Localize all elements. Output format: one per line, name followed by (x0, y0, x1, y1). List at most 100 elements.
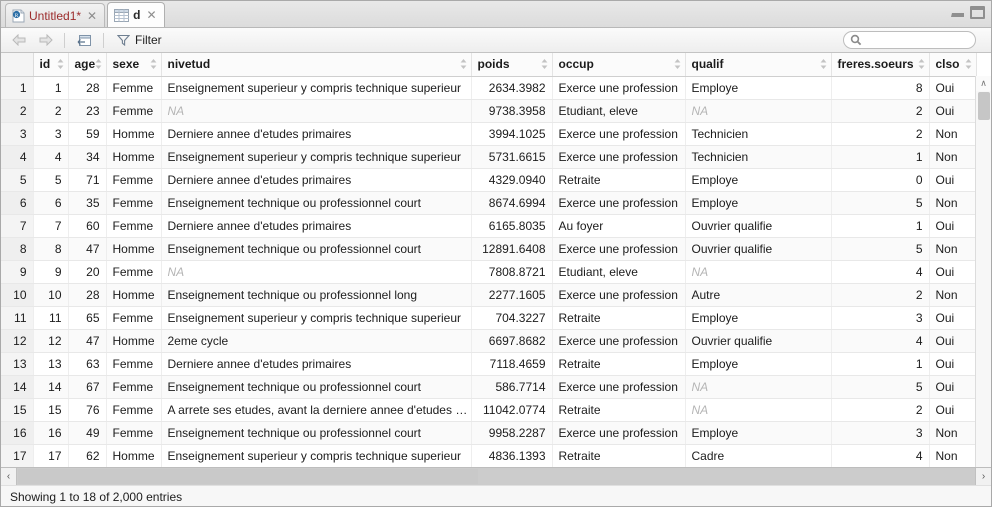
column-header-clso[interactable]: clso (929, 53, 977, 77)
column-header-sexe[interactable]: sexe (106, 53, 162, 77)
search-box[interactable] (843, 31, 976, 49)
column-header-label: qualif (691, 57, 724, 72)
sort-icon (918, 59, 924, 70)
cell-sexe: Femme (106, 260, 162, 284)
cell-age: 20 (68, 260, 107, 284)
back-arrow-icon (11, 34, 25, 46)
table-row[interactable]: 10 10 28 Homme Enseignement technique ou pro… (1, 283, 977, 307)
table-row[interactable]: 4 4 34 Homme Enseignement superieur y compri… (1, 145, 977, 169)
table-row[interactable]: 11 11 65 Femme Enseignement superieur y comp… (1, 306, 977, 330)
cell-clso: Oui (929, 99, 977, 123)
cell-clso: Non (929, 421, 977, 445)
scroll-up-arrow-icon[interactable]: ∧ (976, 76, 991, 91)
cell-occup: Retraite (552, 168, 686, 192)
table-row[interactable]: 7 7 60 Femme Derniere annee d'etudes primair… (1, 214, 977, 238)
cell-id: 7 (33, 214, 69, 238)
tab-d-close-icon[interactable]: ✕ (146, 9, 156, 21)
table-header-row: id age sexe nivetud poids occup qualif freres.s… (1, 53, 977, 77)
na-value: NA (691, 379, 709, 394)
column-header-qualif[interactable]: qualif (685, 53, 832, 77)
scroll-right-arrow-icon[interactable]: › (975, 468, 991, 485)
cell-poids: 7808.8721 (471, 260, 553, 284)
cell-nivetud: Enseignement superieur y compris techniq… (161, 76, 472, 100)
column-header-rownum (1, 53, 34, 77)
cell-nivetud: Enseignement superieur y compris techniq… (161, 145, 472, 169)
table-row[interactable]: 17 17 62 Homme Enseignement superieur y comp… (1, 444, 977, 467)
cell-sexe: Homme (106, 122, 162, 146)
table-body: 1 1 28 Femme Enseignement superieur y compri… (1, 76, 977, 467)
table-row[interactable]: 9 9 20 Femme NA 7808.8721 Etudiant, eleve NA 4 Ou… (1, 260, 977, 284)
filter-button[interactable]: Filter (113, 33, 166, 47)
cell-clso: Oui (929, 352, 977, 376)
column-header-label: id (39, 57, 51, 72)
maximize-button[interactable] (970, 6, 985, 19)
forward-button[interactable] (35, 31, 55, 49)
row-number-cell: 16 (1, 421, 34, 445)
cell-qualif: NA (685, 375, 832, 399)
cell-nivetud: Derniere annee d'etudes primaires (161, 352, 472, 376)
tab-d[interactable]: d ✕ (107, 2, 165, 27)
cell-id: 14 (33, 375, 69, 399)
cell-age: 35 (68, 191, 107, 215)
cell-freres-soeurs: 2 (831, 99, 930, 123)
cell-freres-soeurs: 4 (831, 329, 930, 353)
cell-freres-soeurs: 0 (831, 168, 930, 192)
column-header-freres-soeurs[interactable]: freres.soeurs (831, 53, 930, 77)
table-row[interactable]: 14 14 67 Femme Enseignement technique ou pro… (1, 375, 977, 399)
cell-poids: 5731.6615 (471, 145, 553, 169)
search-input[interactable] (866, 33, 966, 47)
filter-funnel-icon (117, 34, 130, 46)
tab-untitled1-close-icon[interactable]: ✕ (87, 10, 97, 22)
column-header-poids[interactable]: poids (471, 53, 553, 77)
table-row[interactable]: 6 6 35 Femme Enseignement technique ou profe… (1, 191, 977, 215)
show-in-new-window-button[interactable] (74, 31, 94, 49)
na-value: NA (167, 103, 185, 118)
cell-id: 9 (33, 260, 69, 284)
table-row[interactable]: 8 8 47 Homme Enseignement technique ou profe… (1, 237, 977, 261)
table-row[interactable]: 3 3 59 Homme Derniere annee d'etudes primair… (1, 122, 977, 146)
table-row[interactable]: 5 5 71 Femme Derniere annee d'etudes primair… (1, 168, 977, 192)
table-row[interactable]: 13 13 63 Femme Derniere annee d'etudes prima… (1, 352, 977, 376)
cell-sexe: Homme (106, 237, 162, 261)
cell-qualif: NA (685, 260, 832, 284)
cell-sexe: Femme (106, 168, 162, 192)
horizontal-scrollbar[interactable]: ‹ › (1, 467, 991, 485)
row-number-cell: 3 (1, 122, 34, 146)
row-number-cell: 12 (1, 329, 34, 353)
column-header-label: age (74, 57, 96, 72)
table-row[interactable]: 15 15 76 Femme A arrete ses etudes, avant la… (1, 398, 977, 422)
row-number-cell: 14 (1, 375, 34, 399)
tab-untitled1[interactable]: R Untitled1* ✕ (5, 3, 106, 27)
scroll-left-arrow-icon[interactable]: ‹ (1, 468, 17, 485)
cell-age: 62 (68, 444, 107, 467)
row-number-cell: 15 (1, 398, 34, 422)
table-row[interactable]: 2 2 23 Femme NA 9738.3958 Etudiant, eleve NA 2 Ou… (1, 99, 977, 123)
table-row[interactable]: 12 12 47 Homme 2eme cycle 6697.8682 Exerce une… (1, 329, 977, 353)
minimize-button[interactable] (951, 8, 964, 17)
cell-freres-soeurs: 4 (831, 260, 930, 284)
cell-occup: Exerce une profession (552, 421, 686, 445)
cell-age: 60 (68, 214, 107, 238)
column-header-occup[interactable]: occup (552, 53, 686, 77)
vertical-scroll-thumb[interactable] (978, 92, 990, 120)
cell-nivetud: A arrete ses etudes, avant la derniere a… (161, 398, 472, 422)
cell-nivetud: Enseignement technique ou professionnel … (161, 421, 472, 445)
tab-untitled1-label: Untitled1* (29, 8, 82, 23)
vertical-scrollbar[interactable]: ∧ (975, 76, 991, 467)
cell-age: 71 (68, 168, 107, 192)
back-button[interactable] (9, 31, 29, 49)
cell-clso: Oui (929, 398, 977, 422)
column-header-label: clso (935, 57, 960, 72)
cell-sexe: Femme (106, 352, 162, 376)
cell-poids: 4329.0940 (471, 168, 553, 192)
cell-freres-soeurs: 1 (831, 145, 930, 169)
cell-occup: Exerce une profession (552, 145, 686, 169)
table-row[interactable]: 1 1 28 Femme Enseignement superieur y compri… (1, 76, 977, 100)
table-row[interactable]: 16 16 49 Femme Enseignement technique ou pro… (1, 421, 977, 445)
horizontal-scroll-thumb[interactable] (18, 469, 478, 484)
cell-age: 23 (68, 99, 107, 123)
column-header-age[interactable]: age (68, 53, 107, 77)
cell-freres-soeurs: 4 (831, 444, 930, 467)
column-header-id[interactable]: id (33, 53, 69, 77)
column-header-nivetud[interactable]: nivetud (161, 53, 472, 77)
